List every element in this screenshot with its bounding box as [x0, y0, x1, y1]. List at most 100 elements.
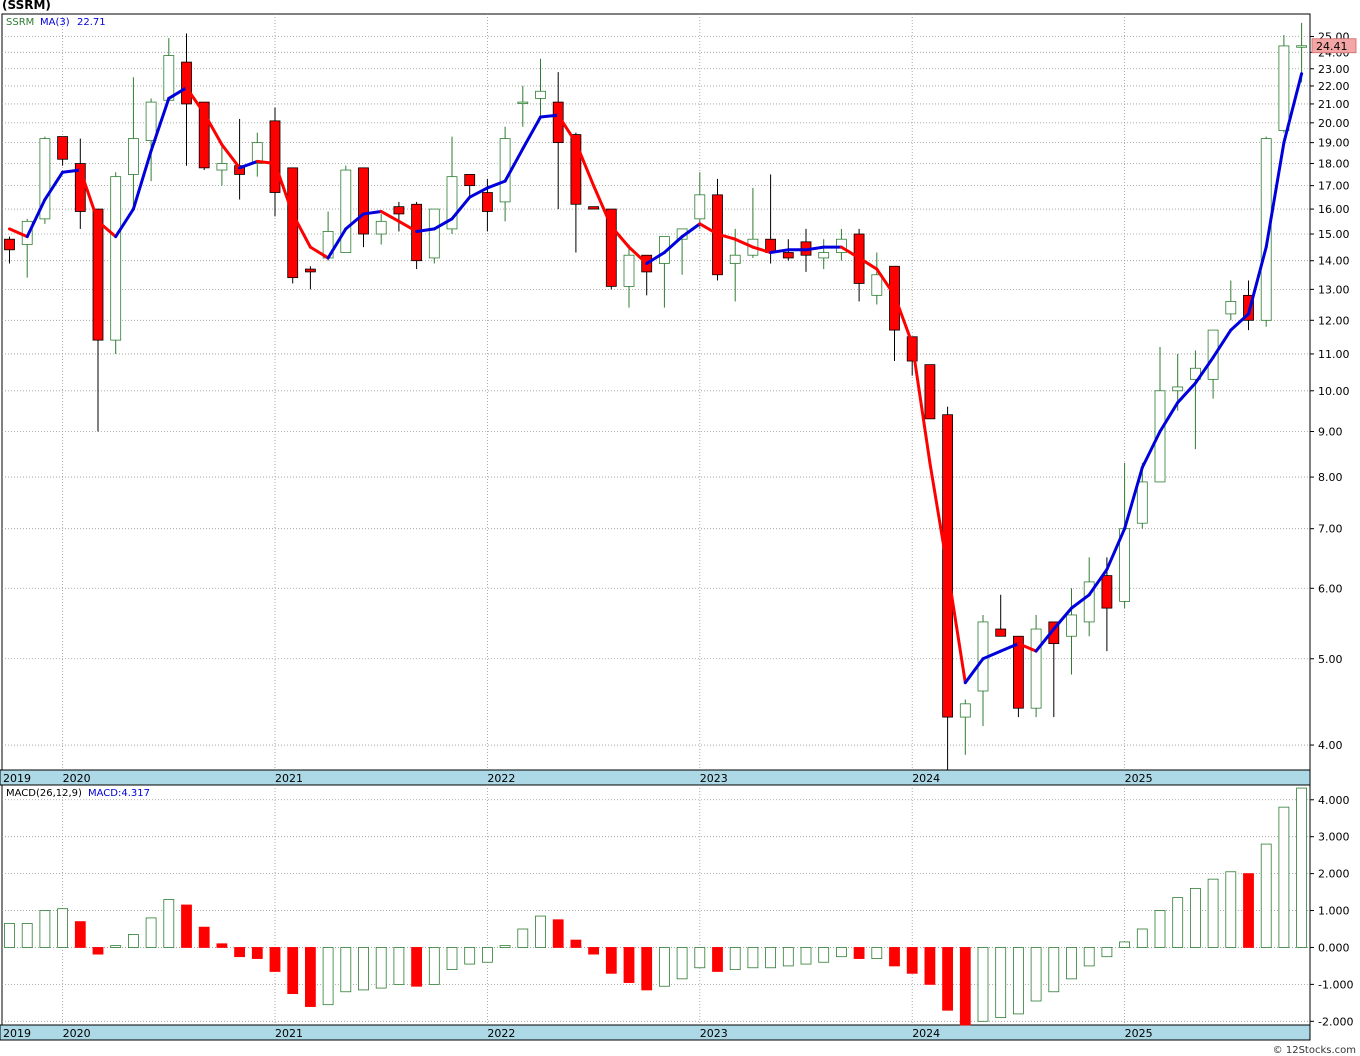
macd-bar-down	[216, 943, 228, 948]
macd-bar-up	[358, 947, 369, 991]
macd-bar-up	[446, 947, 458, 971]
macd-bar-down	[942, 947, 953, 1011]
macd-y-tick-label: 4.000	[1318, 794, 1350, 807]
macd-bar-down	[570, 939, 582, 948]
macd-bar-up	[800, 947, 812, 965]
candle-up	[21, 220, 33, 245]
macd-legend-value: MACD:4.317	[88, 788, 150, 799]
macd-x-tick-label: 2019	[3, 1027, 31, 1040]
price-y-tick-label: 13.00	[1318, 283, 1350, 296]
candle-up	[145, 101, 157, 142]
macd-bar-down	[269, 947, 281, 972]
macd-bar-down	[906, 947, 918, 974]
price-y-tick-label: 8.00	[1318, 471, 1343, 484]
macd-bar-up	[1278, 806, 1290, 948]
macd-bar-up	[747, 947, 759, 969]
macd-bar-up	[481, 947, 493, 963]
price-x-tick-label: 2019	[3, 772, 31, 785]
candle-up	[340, 169, 352, 253]
price-x-tick-label: 2021	[275, 772, 303, 785]
macd-bar-down	[181, 904, 192, 948]
candle-up	[959, 703, 971, 718]
macd-bar-up	[127, 934, 139, 948]
macd-bar-up	[163, 899, 175, 948]
macd-x-tick-label: 2025	[1125, 1027, 1153, 1040]
price-y-tick-label: 20.00	[1318, 117, 1350, 130]
macd-bar-up	[977, 947, 989, 1022]
candle-down	[92, 208, 104, 341]
candle-down	[924, 364, 936, 420]
macd-bar-up	[1225, 871, 1237, 948]
macd-bar-up	[1048, 947, 1060, 993]
macd-bar-up	[322, 947, 334, 1006]
macd-bar-down	[853, 947, 865, 959]
macd-bar-up	[1190, 887, 1201, 948]
macd-bar-up	[659, 947, 670, 987]
price-y-tick-label: 21.00	[1318, 98, 1350, 111]
macd-bar-up	[499, 945, 511, 948]
price-y-tick-label: 7.00	[1318, 523, 1343, 536]
candle-down	[782, 252, 794, 259]
ma3-segment	[539, 113, 560, 119]
candle-up	[623, 254, 635, 287]
macd-bar-up	[1119, 941, 1130, 948]
price-y-tick-label: 22.00	[1318, 80, 1350, 93]
macd-x-tick-label: 2024	[912, 1027, 940, 1040]
macd-bar-up	[1207, 878, 1219, 948]
candle-up	[818, 252, 830, 259]
price-y-tick-label: 23.00	[1318, 63, 1350, 76]
candle-up	[871, 274, 883, 296]
price-panel-frame	[1, 13, 1311, 771]
macd-bar-up	[1296, 787, 1307, 948]
macd-bar-down	[641, 947, 653, 991]
macd-bar-up	[340, 947, 352, 993]
price-y-tick-label: 12.00	[1318, 314, 1350, 327]
macd-bar-up	[1172, 897, 1184, 948]
macd-bar-up	[765, 947, 776, 969]
macd-bar-down	[74, 921, 86, 948]
macd-bar-up	[676, 947, 688, 980]
macd-bar-up	[1101, 947, 1113, 958]
macd-x-axis-band	[0, 1024, 1311, 1041]
candle-down	[588, 206, 599, 210]
macd-panel-frame	[1, 784, 1311, 1026]
macd-bar-up	[393, 947, 405, 985]
candle-up	[1030, 628, 1042, 709]
macd-bar-down	[304, 947, 316, 1007]
candle-up	[1136, 481, 1148, 524]
macd-bar-down	[712, 947, 723, 972]
macd-bar-down	[959, 947, 971, 1026]
price-legend-ma-label: MA(3)	[40, 17, 70, 28]
stock-chart: 4.00 5.00 6.00 7.00 8.00 9.00 10.00 11.00 12.00 1…	[0, 13, 1357, 1041]
macd-y-tick-label: 1.000	[1318, 905, 1350, 918]
last-price-label: 24.41	[1316, 40, 1348, 53]
macd-bar-down	[605, 947, 617, 974]
price-y-tick-label: 6.00	[1318, 582, 1343, 595]
candle-up	[1225, 301, 1237, 315]
macd-bar-down	[588, 947, 599, 955]
price-y-tick-label: 17.00	[1318, 180, 1350, 193]
candle-up	[127, 138, 139, 175]
candle-down	[269, 120, 281, 193]
price-x-tick-label: 2024	[912, 772, 940, 785]
macd-x-tick-label: 2022	[487, 1027, 515, 1040]
macd-y-tick-label: -1.000	[1318, 978, 1353, 991]
price-y-tick-label: 11.00	[1318, 348, 1350, 361]
candle-down	[358, 167, 369, 235]
candle-up	[375, 220, 387, 235]
price-y-tick-label: 16.00	[1318, 203, 1350, 216]
macd-bar-up	[110, 945, 122, 948]
candle-up	[1066, 614, 1077, 637]
candle-up	[729, 254, 741, 264]
price-x-axis-band	[0, 769, 1311, 786]
macd-x-tick-label: 2020	[63, 1027, 91, 1040]
price-x-tick-label: 2023	[700, 772, 728, 785]
candle-down	[181, 61, 192, 105]
candle-up	[163, 55, 175, 101]
macd-bar-up	[1083, 947, 1095, 967]
macd-bar-up	[1066, 947, 1077, 980]
macd-bar-up	[995, 947, 1007, 1019]
macd-bar-up	[782, 947, 794, 967]
macd-bar-up	[57, 908, 68, 948]
macd-bar-up	[1013, 947, 1024, 1015]
